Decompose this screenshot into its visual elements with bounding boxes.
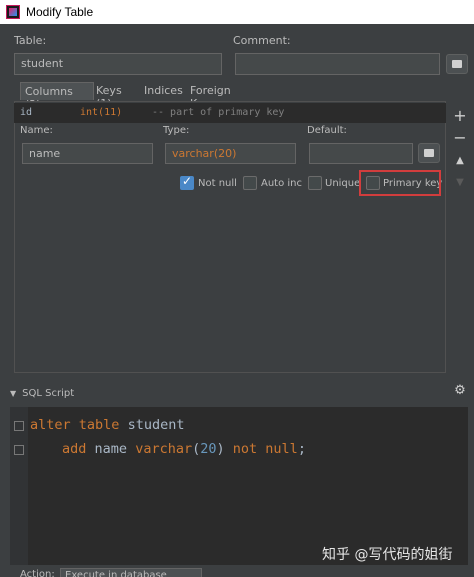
keyword: not null: [232, 441, 298, 457]
title-bar: Modify Table: [0, 0, 474, 24]
fold-marker-icon[interactable]: [14, 445, 24, 455]
comment-input[interactable]: [235, 53, 440, 75]
plus-icon[interactable]: +: [452, 108, 468, 124]
code-line-2: add name varchar(20) not null;: [62, 441, 306, 457]
auto-inc-checkbox[interactable]: [243, 176, 257, 190]
default-label: Default:: [307, 125, 347, 136]
action-label: Action:: [20, 569, 55, 577]
column-name-input[interactable]: name: [22, 143, 153, 164]
not-null-label: Not null: [198, 178, 237, 189]
code-line-1: alter table student: [30, 417, 184, 433]
auto-inc-label: Auto inc: [261, 178, 303, 189]
type-label: Type:: [163, 125, 190, 136]
number: 20: [200, 441, 217, 457]
tab-foreign-keys[interactable]: Foreign Keys: [186, 82, 260, 110]
primary-key-highlight: [359, 170, 441, 196]
move-down-icon[interactable]: ▼: [452, 175, 468, 191]
action-bar: Action: Execute in database: [0, 565, 474, 577]
punctuation: (: [192, 441, 201, 457]
column-name: id: [20, 107, 33, 118]
keyword: add: [62, 441, 87, 457]
keyword: varchar: [135, 441, 193, 457]
action-select[interactable]: Execute in database: [60, 568, 202, 577]
keyword: alter: [30, 417, 71, 433]
punctuation: ;: [297, 441, 306, 457]
column-list-row[interactable]: id int(11) -- part of primary key: [14, 103, 446, 123]
sql-script-header[interactable]: ▼ SQL Script: [10, 388, 74, 399]
tab-columns[interactable]: Columns (2): [20, 82, 94, 111]
identifier: student: [127, 417, 185, 433]
gear-icon[interactable]: ⚙: [453, 384, 467, 398]
default-value-input[interactable]: [309, 143, 413, 164]
unique-label: Unique: [325, 178, 361, 189]
comment-label: Comment:: [233, 34, 291, 47]
table-name-input[interactable]: student: [14, 53, 222, 75]
watermark: 知乎 @写代码的姐街: [322, 547, 453, 563]
column-comment: -- part of primary key: [152, 107, 285, 118]
app-icon: [6, 5, 20, 19]
comment-icon: [452, 60, 462, 68]
editor-gutter: [10, 407, 28, 565]
default-expand-button[interactable]: [418, 143, 440, 163]
table-label: Table:: [14, 34, 47, 47]
tab-indices[interactable]: Indices: [140, 82, 184, 100]
sql-script-title: SQL Script: [22, 388, 75, 399]
minus-icon[interactable]: −: [452, 130, 468, 146]
column-type: int(11): [80, 107, 123, 118]
column-type-input[interactable]: varchar(20): [165, 143, 296, 164]
not-null-checkbox[interactable]: [180, 174, 194, 190]
comment-icon: [424, 149, 434, 157]
name-label: Name:: [20, 125, 53, 136]
move-up-icon[interactable]: ▲: [452, 153, 468, 169]
comment-expand-button[interactable]: [446, 54, 468, 74]
fold-marker-icon[interactable]: [14, 421, 24, 431]
window-title: Modify Table: [26, 5, 94, 19]
identifier: name: [94, 441, 128, 457]
unique-checkbox[interactable]: [308, 176, 322, 190]
tab-keys[interactable]: Keys (1): [92, 82, 140, 110]
sql-editor[interactable]: alter table student add name varchar(20)…: [10, 407, 468, 565]
collapse-arrow-icon: ▼: [10, 389, 17, 398]
keyword: table: [78, 417, 120, 433]
columns-panel: [14, 101, 446, 373]
punctuation: ): [216, 441, 225, 457]
